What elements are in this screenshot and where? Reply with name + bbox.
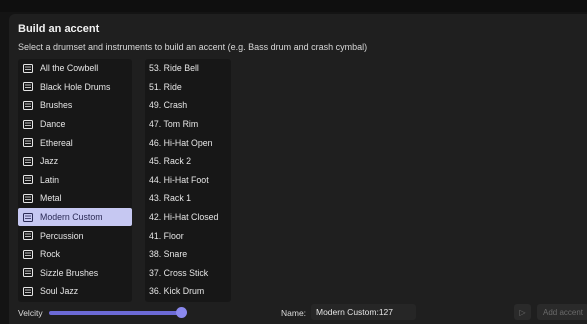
drumkit-icon: [23, 286, 33, 296]
velocity-slider-track[interactable]: [49, 311, 184, 315]
instrument-item-label: 43. Rack 1: [149, 193, 192, 204]
drumset-item[interactable]: Latin: [18, 171, 132, 190]
drumkit-icon: [23, 100, 33, 110]
drumset-item[interactable]: Sizzle Brushes: [18, 264, 132, 283]
velocity-label: Velcity: [18, 308, 43, 318]
instrument-item-label: 47. Tom Rim: [149, 119, 199, 130]
instrument-item-label: 49. Crash: [149, 100, 188, 111]
drumset-item[interactable]: All the Cowbell: [18, 59, 132, 78]
dialog-title: Build an accent: [18, 23, 100, 35]
add-accent-button[interactable]: Add accent: [537, 304, 587, 320]
build-accent-dialog: Build an accent Select a drumset and ins…: [9, 14, 587, 324]
drumset-item[interactable]: Jazz: [18, 152, 132, 171]
instrument-list: 53. Ride Bell 51. Ride 49. Crash 47. Tom Ri…: [145, 59, 231, 302]
instrument-item[interactable]: 47. Tom Rim: [145, 115, 231, 134]
instrument-item-label: 53. Ride Bell: [149, 63, 199, 74]
instrument-item[interactable]: 41. Floor: [145, 226, 231, 245]
drumset-item[interactable]: Black Hole Drums: [18, 78, 132, 97]
play-button[interactable]: ▷: [514, 304, 531, 320]
instrument-item-label: 42. Hi-Hat Closed: [149, 212, 219, 223]
drumset-item-label: Sizzle Brushes: [40, 267, 99, 278]
drumset-item[interactable]: Percussion: [18, 226, 132, 245]
drumkit-icon: [23, 156, 33, 166]
instrument-item-label: 37. Cross Stick: [149, 267, 209, 278]
play-icon: ▷: [519, 307, 526, 317]
instrument-item-label: 45. Rack 2: [149, 156, 192, 167]
drumset-item-label: Black Hole Drums: [40, 81, 111, 92]
drumkit-icon: [23, 119, 33, 129]
drumset-list: All the Cowbell Black Hole Drums Brushes Da…: [18, 59, 132, 302]
drumset-item-label: Percussion: [40, 230, 84, 241]
instrument-item-label: 38. Snare: [149, 249, 188, 260]
instrument-item-label: 46. Hi-Hat Open: [149, 137, 213, 148]
instrument-item[interactable]: 45. Rack 2: [145, 152, 231, 171]
drumset-item-label: Modern Custom: [40, 212, 103, 223]
drumset-item-label: All the Cowbell: [40, 63, 99, 74]
drumset-item-label: Brushes: [40, 100, 73, 111]
drumset-item-label: Rock: [40, 249, 61, 260]
instrument-item[interactable]: 43. Rack 1: [145, 189, 231, 208]
instrument-item-label: 51. Ride: [149, 81, 182, 92]
instrument-item[interactable]: 51. Ride: [145, 78, 231, 97]
drumkit-icon: [23, 175, 33, 185]
window-backdrop: [0, 0, 587, 12]
velocity-slider-thumb[interactable]: [176, 307, 187, 318]
instrument-item[interactable]: 38. Snare: [145, 245, 231, 264]
drumset-item[interactable]: Soul Jazz: [18, 282, 132, 301]
name-label: Name:: [281, 308, 307, 318]
drumkit-icon: [23, 193, 33, 203]
instrument-item[interactable]: 49. Crash: [145, 96, 231, 115]
instrument-item[interactable]: 46. Hi-Hat Open: [145, 133, 231, 152]
drumkit-icon: [23, 82, 33, 92]
instrument-item[interactable]: 36. Kick Drum: [145, 282, 231, 301]
drumset-item[interactable]: Modern Custom: [18, 207, 132, 227]
instrument-item[interactable]: 53. Ride Bell: [145, 59, 231, 78]
instrument-item-label: 41. Floor: [149, 230, 184, 241]
drumset-item[interactable]: Metal: [18, 189, 132, 208]
drumkit-icon: [23, 249, 33, 259]
drumset-item[interactable]: Dance: [18, 115, 132, 134]
drumkit-icon: [23, 212, 33, 222]
instrument-item-label: 36. Kick Drum: [149, 286, 205, 297]
drumset-item-label: Jazz: [40, 156, 59, 167]
drumset-item-label: Ethereal: [40, 137, 73, 148]
instrument-item-label: 44. Hi-Hat Foot: [149, 174, 209, 185]
name-field[interactable]: Modern Custom:127: [311, 304, 416, 320]
instrument-item[interactable]: 42. Hi-Hat Closed: [145, 208, 231, 227]
instrument-item[interactable]: 44. Hi-Hat Foot: [145, 171, 231, 190]
drumset-item[interactable]: Rock: [18, 245, 132, 264]
drumset-item[interactable]: Brushes: [18, 96, 132, 115]
drumkit-icon: [23, 63, 33, 73]
drumset-item-label: Latin: [40, 174, 60, 185]
drumkit-icon: [23, 231, 33, 241]
drumset-item-label: Soul Jazz: [40, 286, 79, 297]
instrument-item[interactable]: 37. Cross Stick: [145, 264, 231, 283]
drumkit-icon: [23, 138, 33, 148]
dialog-subtitle: Select a drumset and instruments to buil…: [18, 42, 368, 52]
drumset-item[interactable]: Ethereal: [18, 133, 132, 152]
drumkit-icon: [23, 268, 33, 278]
drumset-item-label: Metal: [40, 193, 62, 204]
drumset-item-label: Dance: [40, 119, 66, 130]
